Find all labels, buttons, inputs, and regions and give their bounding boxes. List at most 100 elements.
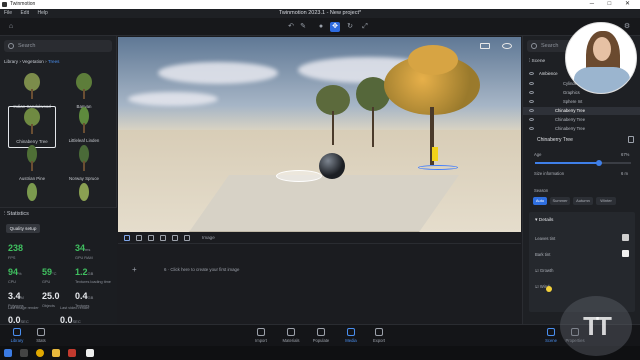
create-image-hint[interactable]: 6 · Click here to create your first imag…: [164, 267, 239, 272]
age-slider-knob[interactable]: [596, 160, 603, 166]
panorama-tab-icon[interactable]: [136, 235, 142, 241]
library-icon: [13, 328, 21, 336]
3d-viewport[interactable]: [118, 37, 521, 232]
age-slider[interactable]: [535, 160, 631, 166]
home-icon[interactable]: ⌂: [6, 22, 16, 32]
scene-row[interactable]: Chinaberry Tree: [523, 125, 640, 133]
scene-row-selected[interactable]: Chinaberry Tree: [523, 107, 640, 115]
statistics-title: ⫶ Statistics: [4, 211, 29, 217]
delete-icon[interactable]: [184, 235, 190, 241]
leaves-tint-swatch[interactable]: [622, 234, 629, 241]
search-icon: [531, 43, 537, 49]
scale-icon[interactable]: ⤢: [360, 22, 370, 32]
search-placeholder: Search: [18, 43, 36, 49]
media-type-label: Image: [202, 235, 215, 240]
gizmo-ring[interactable]: [418, 165, 458, 170]
statistics-panel: ⫶ Statistics Quality setup 238 FPS 34ms …: [0, 207, 117, 325]
bark-tint-swatch[interactable]: [622, 250, 629, 257]
media-tab[interactable]: Media: [336, 328, 366, 343]
picker-icon[interactable]: ✎: [298, 22, 308, 32]
visibility-icon[interactable]: [529, 118, 534, 121]
search-placeholder: Search: [541, 43, 559, 49]
window-title: Twinmotion: [10, 1, 36, 7]
library-search-input[interactable]: Search: [4, 40, 112, 52]
video-tab-icon[interactable]: [148, 235, 154, 241]
season-summer-button[interactable]: Summer: [550, 197, 570, 205]
chrome-icon[interactable]: [36, 349, 44, 357]
size-label: Size information: [534, 171, 565, 176]
sky-cloud: [158, 62, 278, 84]
scene-row[interactable]: Sphere Int: [523, 98, 640, 106]
season-autumn-button[interactable]: Autumn: [573, 197, 593, 205]
visibility-icon[interactable]: [529, 91, 534, 94]
rotate-icon[interactable]: ↻: [345, 22, 355, 32]
phasing-tab-icon[interactable]: [160, 235, 166, 241]
quality-setup-button[interactable]: Quality setup: [6, 224, 40, 233]
visibility-icon[interactable]: [529, 72, 534, 75]
search-taskbar-icon[interactable]: [20, 349, 28, 357]
folder-icon[interactable]: [52, 349, 60, 357]
tree-thumbnail: [21, 107, 43, 135]
library-item[interactable]: [62, 182, 106, 204]
add-image-button[interactable]: +: [132, 265, 137, 274]
breadcrumb-trees[interactable]: Trees: [48, 59, 60, 64]
project-title: Twinmotion 2023.1 - New project*: [278, 10, 362, 16]
start-icon[interactable]: [4, 349, 12, 357]
tree-thumbnail: [21, 72, 43, 100]
close-button[interactable]: ✕: [625, 1, 636, 7]
background-tree[interactable]: [314, 85, 354, 145]
stats-tab[interactable]: Stats: [26, 328, 56, 343]
concrete-platform[interactable]: [186, 175, 460, 232]
undo-icon[interactable]: ↶: [286, 22, 296, 32]
stats-icon: [37, 328, 45, 336]
library-item-selected[interactable]: Chinaberry Tree: [8, 106, 56, 148]
scene-row[interactable]: Chinaberry Tree: [523, 116, 640, 124]
visibility-icon[interactable]: [529, 127, 534, 130]
scene-search-input[interactable]: Search: [527, 40, 571, 52]
export-icon: [375, 328, 383, 336]
visibility-icon[interactable]: [529, 100, 534, 103]
minimize-button[interactable]: ─: [590, 1, 600, 7]
scene-title: ⫶ Scene: [529, 59, 546, 64]
library-item[interactable]: Austrian Pine: [10, 144, 54, 186]
os-taskbar: [0, 346, 640, 360]
maximize-button[interactable]: □: [608, 1, 618, 7]
sphere-object[interactable]: [319, 153, 345, 179]
details-title[interactable]: ▾ Details: [535, 218, 553, 223]
growth-toggle[interactable]: ☑ Growth: [535, 268, 553, 273]
media-timeline: Image + 6 · Click here to create your fi…: [118, 232, 521, 324]
book-icon[interactable]: [628, 136, 634, 143]
viewport-view-icon[interactable]: [502, 43, 512, 49]
properties-title: Chinaberry Tree: [537, 137, 573, 143]
bottom-bar: Library Stats Import Materials Populate …: [0, 324, 640, 346]
image-tab-icon[interactable]: [124, 235, 130, 241]
window-controls[interactable]: ─ □ ✕: [590, 0, 636, 9]
viewport-camera-icon[interactable]: [480, 43, 490, 49]
presentation-tab-icon[interactable]: [172, 235, 178, 241]
move-icon[interactable]: ✥: [330, 22, 340, 32]
materials-tab[interactable]: Materials: [276, 328, 306, 343]
visibility-icon[interactable]: [529, 109, 534, 112]
library-item[interactable]: Littleleaf Linden: [62, 106, 106, 148]
breadcrumb-vegetation[interactable]: Vegetation: [22, 59, 44, 64]
app-red-icon[interactable]: [68, 349, 76, 357]
library-item[interactable]: [10, 182, 54, 204]
gizmo-handle[interactable]: [432, 147, 438, 161]
import-tab[interactable]: Import: [246, 328, 276, 343]
age-label: Age: [534, 152, 542, 157]
app-icon: [2, 2, 7, 7]
twinmotion-taskbar-icon[interactable]: [86, 349, 94, 357]
library-item[interactable]: Norway Spruce: [62, 144, 106, 186]
export-tab[interactable]: Export: [364, 328, 394, 343]
season-winter-button[interactable]: Winter: [596, 197, 616, 205]
menu-bar: File Edit Help Twinmotion 2023.1 - New p…: [0, 9, 640, 18]
library-panel: Search Library › Vegetation › Trees Indi…: [0, 36, 117, 325]
breadcrumb-library[interactable]: Library: [4, 59, 18, 64]
season-auto-button[interactable]: Auto: [533, 197, 547, 205]
visibility-icon[interactable]: [529, 82, 534, 85]
stat-objects: 25.0 Objects: [42, 291, 60, 308]
select-icon[interactable]: ●: [316, 22, 326, 32]
size-value: 6 m: [621, 171, 628, 176]
stat-fps: 238 FPS: [8, 243, 24, 260]
populate-tab[interactable]: Populate: [306, 328, 336, 343]
